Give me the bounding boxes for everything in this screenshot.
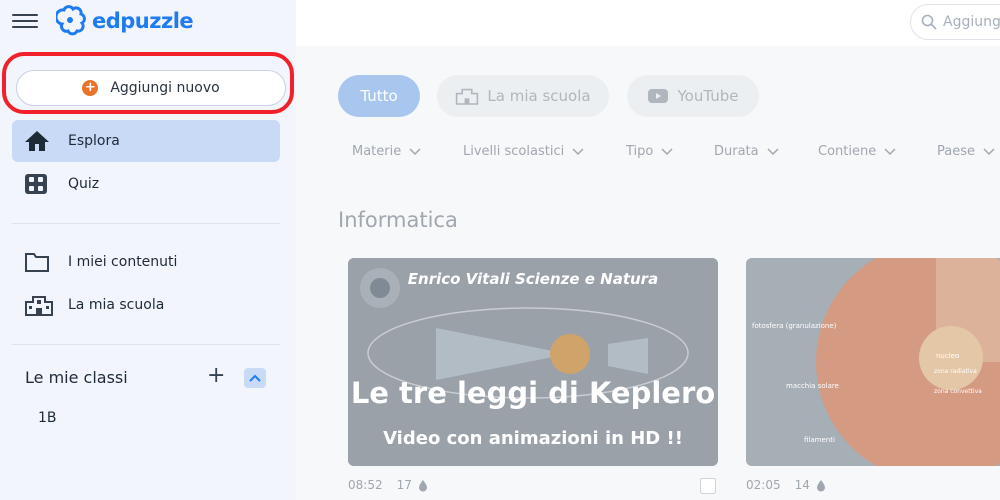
folder-icon [24, 250, 54, 274]
menu-icon[interactable] [12, 10, 38, 32]
chevron-up-icon [249, 374, 261, 382]
filter-duration[interactable]: Durata [714, 144, 779, 159]
label-nucleo: nucleo [936, 352, 960, 360]
question-count: 14 [794, 478, 810, 492]
video-title: Le tre leggi di Keplero [350, 376, 716, 410]
drop-icon [418, 479, 427, 491]
video-card-sun[interactable]: fotosfera (granulazione) nucleo zona rad… [746, 258, 1000, 466]
add-class-button[interactable]: + [207, 365, 225, 387]
video-meta-sun: 02:05 14 [746, 478, 826, 492]
drop-icon [816, 479, 825, 491]
label-filamenti: filamenti [804, 436, 835, 444]
label-macchia-solare: macchia solare [786, 382, 839, 390]
tab-label: Tutto [360, 87, 398, 105]
filter-label: Livelli scolastici [463, 144, 565, 159]
select-video-checkbox[interactable] [700, 478, 716, 494]
filter-levels[interactable]: Livelli scolastici [463, 144, 584, 159]
sidebar-item-label: Quiz [68, 176, 100, 192]
video-thumbnail [746, 258, 1000, 466]
filter-subjects[interactable]: Materie [352, 144, 421, 159]
sidebar-header: edpuzzle [0, 0, 296, 46]
video-subtitle: Video con animazioni in HD !! [383, 428, 683, 449]
filter-label: Paese [937, 144, 975, 159]
filter-label: Contiene [818, 144, 877, 159]
sidebar-item-my-school[interactable]: La mia scuola [12, 284, 280, 326]
plus-circle-icon: + [82, 80, 99, 96]
youtube-icon [647, 89, 668, 103]
video-card-keplero[interactable]: Enrico Vitali Scienze e Natura Le tre le… [348, 258, 718, 466]
tab-all[interactable]: Tutto [338, 75, 420, 117]
video-duration: 08:52 [348, 478, 383, 492]
quiz-icon [24, 172, 54, 196]
main-header: Aggiungi [296, 0, 1000, 46]
home-icon [24, 129, 54, 153]
my-classes-title: Le mie classi [25, 368, 128, 387]
tab-my-school[interactable]: La mia scuola [437, 75, 609, 117]
tab-youtube[interactable]: YouTube [627, 75, 759, 117]
search-input[interactable]: Aggiungi [910, 4, 1000, 40]
chevron-down-icon [884, 147, 896, 155]
video-duration: 02:05 [746, 478, 781, 492]
filter-country[interactable]: Paese [937, 144, 995, 159]
chevron-down-icon [572, 147, 584, 155]
sidebar-item-label: Esplora [68, 133, 120, 149]
filter-label: Durata [714, 144, 759, 159]
sidebar-item-my-content[interactable]: I miei contenuti [12, 241, 280, 283]
school-icon [24, 293, 54, 317]
sidebar-item-esplora[interactable]: Esplora [12, 120, 280, 162]
chevron-down-icon [409, 147, 421, 155]
label-zona-radiativa: zona radiativa [934, 368, 977, 375]
filter-label: Tipo [626, 144, 654, 159]
filter-contains[interactable]: Contiene [818, 144, 896, 159]
school-icon [456, 88, 479, 105]
edpuzzle-logo[interactable]: edpuzzle [56, 4, 194, 38]
label-fotosfera: fotosfera (granulazione) [752, 322, 837, 330]
chevron-down-icon [983, 147, 995, 155]
question-count: 17 [396, 478, 412, 492]
puzzle-logo-icon [56, 5, 86, 36]
brand-name: edpuzzle [92, 9, 194, 33]
chevron-down-icon [767, 147, 779, 155]
chevron-down-icon [661, 147, 673, 155]
search-placeholder: Aggiungi [943, 14, 1000, 30]
search-icon [921, 14, 937, 30]
video-channel: Enrico Vitali Scienze e Natura [407, 270, 659, 288]
tab-label: YouTube [677, 87, 739, 105]
sidebar-item-label: La mia scuola [68, 297, 165, 313]
add-new-button[interactable]: + Aggiungi nuovo [16, 70, 286, 106]
class-item-1b[interactable]: 1B [38, 410, 57, 426]
collapse-classes-button[interactable] [244, 368, 266, 388]
sidebar-item-quiz[interactable]: Quiz [12, 163, 280, 205]
sidebar: edpuzzle + Aggiungi nuovo Esplora Quiz I… [0, 0, 296, 500]
filter-type[interactable]: Tipo [626, 144, 673, 159]
section-title: Informatica [338, 208, 458, 232]
sidebar-item-label: I miei contenuti [68, 254, 178, 270]
divider [12, 223, 280, 224]
main-area: Aggiungi Tutto La mia scuola YouTube Mat… [296, 0, 1000, 500]
add-new-highlight: + Aggiungi nuovo [2, 52, 294, 114]
tab-label: La mia scuola [487, 87, 591, 105]
filter-label: Materie [352, 144, 402, 159]
video-meta-keplero: 08:52 17 [348, 478, 428, 492]
divider [12, 344, 280, 345]
label-zona-convettiva: zona convettiva [934, 388, 982, 395]
add-new-label: Aggiungi nuovo [110, 80, 220, 96]
